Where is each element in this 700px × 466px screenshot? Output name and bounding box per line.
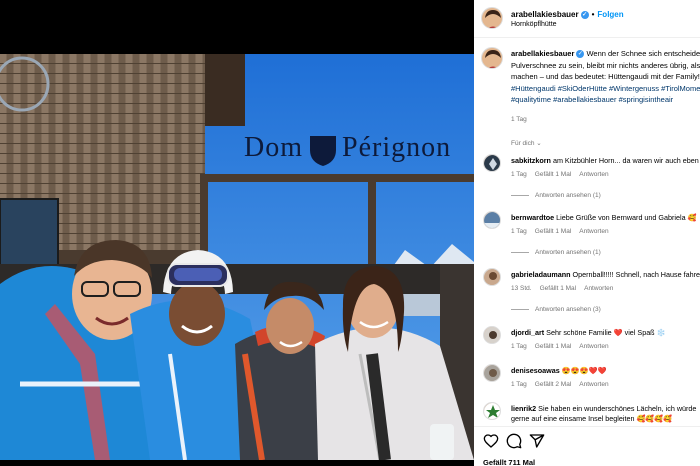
caption-hashtags[interactable]: #Hüttengaudi #SkiOderHütte #Wintergenuss… xyxy=(511,84,700,105)
sign-text-left: Dom xyxy=(244,132,303,163)
likes-count[interactable]: Gefällt 711 Mal xyxy=(483,458,535,466)
post-media[interactable]: Dom Pérignon xyxy=(0,0,474,466)
reply-button[interactable]: Antworten xyxy=(579,343,608,350)
replies-line xyxy=(511,308,529,310)
view-replies-label: Antworten ansehen (1) xyxy=(535,249,601,256)
comment-time: 1 Tag xyxy=(511,381,527,388)
comment-likes[interactable]: Gefällt 2 Mal xyxy=(535,381,572,388)
comment-text: Sehr schöne Familie ❤️ viel Spaß ❄️ xyxy=(546,328,666,337)
reply-button[interactable]: Antworten xyxy=(579,228,608,235)
comment-text: Sie haben ein wunderschönes Lächeln, ich… xyxy=(538,404,697,413)
verified-badge-icon: ✓ xyxy=(576,50,585,59)
comment-likes[interactable]: Gefällt 1 Mal xyxy=(535,343,572,350)
comment-time: 13 Std. xyxy=(511,285,532,292)
avatar[interactable] xyxy=(483,154,501,172)
comment-username[interactable]: sabkitzkorn xyxy=(511,156,551,165)
sign-text-right: Pérignon xyxy=(342,132,451,163)
view-replies-label: Antworten ansehen (1) xyxy=(535,192,601,199)
comment-text: Liebe Grüße von Bernward und Gabriela 🥰 xyxy=(556,213,697,222)
chevron-down-icon: ⌄ xyxy=(536,140,542,147)
avatar[interactable] xyxy=(483,402,501,420)
sort-label: Für dich xyxy=(511,140,535,147)
post-actions-bar: Gefällt 711 Mal xyxy=(474,426,700,466)
comment-time: 1 Tag xyxy=(511,343,527,350)
sort-dropdown[interactable]: Für dich ⌄ xyxy=(511,139,542,147)
comment-username[interactable]: bernwardtoe xyxy=(511,213,554,222)
reply-button[interactable]: Antworten xyxy=(584,285,613,292)
post-photo: Dom Pérignon xyxy=(0,54,474,460)
location-link[interactable]: Hornköpflhütte xyxy=(511,21,557,28)
comment-likes[interactable]: Gefällt 1 Mal xyxy=(535,228,572,235)
comment-likes[interactable]: Gefällt 1 Mal xyxy=(535,171,572,178)
view-replies-button[interactable]: Antworten ansehen (1) xyxy=(511,192,601,199)
replies-line xyxy=(511,194,529,196)
caption-username[interactable]: arabellakiesbauer xyxy=(511,49,574,58)
comment-time: 1 Tag xyxy=(511,228,527,235)
post-side-panel: arabellakiesbauer ✓ • Folgen Hornköpflhütte… xyxy=(474,0,700,466)
comment-likes[interactable]: Gefällt 1 Mal xyxy=(540,285,577,292)
header-username[interactable]: arabellakiesbauer xyxy=(511,10,579,19)
avatar[interactable] xyxy=(483,211,501,229)
caption-timestamp: 1 Tag xyxy=(511,116,527,123)
comment-username[interactable]: djordi_art xyxy=(511,328,544,337)
comment-icon[interactable] xyxy=(506,433,522,449)
caption-avatar[interactable] xyxy=(481,47,503,69)
separator-dot: • xyxy=(591,10,595,19)
avatar[interactable] xyxy=(483,364,501,382)
avatar[interactable] xyxy=(481,7,503,29)
view-replies-button[interactable]: Antworten ansehen (1) xyxy=(511,249,601,256)
comment-time: 1 Tag xyxy=(511,171,527,178)
view-replies-label: Antworten ansehen (3) xyxy=(535,306,601,313)
follow-button[interactable]: Folgen xyxy=(597,10,623,19)
reply-button[interactable]: Antworten xyxy=(579,171,608,178)
comment-text: 😍😍😍❤️❤️ xyxy=(561,366,607,375)
comment-username[interactable]: denisesoawas xyxy=(511,366,560,375)
comment-username[interactable]: gabrieladaumann xyxy=(511,270,571,279)
share-icon[interactable] xyxy=(529,433,545,449)
instagram-post-viewer: Dom Pérignon arabellakiesbauer ✓ • Folgen H… xyxy=(0,0,700,466)
avatar[interactable] xyxy=(483,268,501,286)
comment-text: Opernball!!!!! Schnell, nach Hause fahre… xyxy=(572,270,700,279)
verified-badge-icon: ✓ xyxy=(580,10,589,19)
comment-text: am Kitzbühler Horn... da waren wir auch … xyxy=(552,156,699,165)
reply-button[interactable]: Antworten xyxy=(579,381,608,388)
avatar[interactable] xyxy=(483,326,501,344)
post-caption: arabellakiesbauer ✓ Wenn der Schnee sich … xyxy=(511,48,700,106)
comment-text-continued: gerne auf eine einsame Insel begleiten 🥰… xyxy=(511,414,673,423)
view-replies-button[interactable]: Antworten ansehen (3) xyxy=(511,306,601,313)
heart-icon[interactable] xyxy=(483,433,499,449)
replies-line xyxy=(511,251,529,253)
post-header: arabellakiesbauer ✓ • Folgen Hornköpflhütte xyxy=(474,0,700,38)
comment-username[interactable]: lienrik2 xyxy=(511,404,536,413)
